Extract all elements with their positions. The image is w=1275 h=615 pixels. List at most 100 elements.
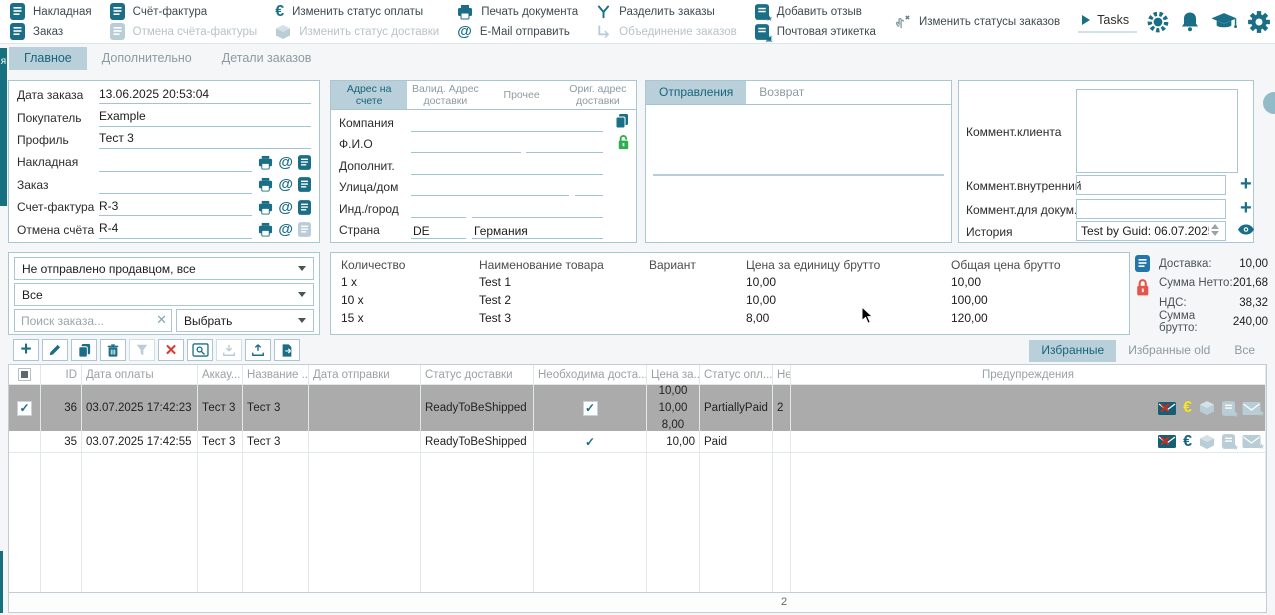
clipped-edge-button[interactable] — [1263, 92, 1275, 114]
select-all-checkbox[interactable] — [18, 368, 31, 381]
item-row[interactable]: 10 x Test 2 10,00 100,00 — [331, 291, 1129, 309]
col-delivery-status[interactable]: Статус доставки — [421, 365, 534, 384]
col-ship-date[interactable]: Дата отправки — [309, 365, 421, 384]
order-search-input[interactable] — [14, 309, 172, 332]
col-payment-status[interactable]: Статус опл... — [700, 365, 773, 384]
col-name[interactable]: Название ... — [243, 365, 309, 384]
client-comment-textarea[interactable] — [1076, 89, 1238, 173]
tab-favorites-old[interactable]: Избранные old — [1116, 340, 1222, 362]
zip-input[interactable] — [411, 202, 466, 218]
print-icon[interactable] — [258, 155, 273, 170]
copy-order-button[interactable] — [71, 339, 97, 361]
export-doc-button[interactable] — [274, 339, 300, 361]
select-dropdown[interactable]: Выбрать — [176, 309, 314, 332]
tasks-button[interactable]: Tasks — [1078, 10, 1137, 33]
pdf-doc-icon[interactable] — [298, 200, 311, 215]
tab-additional[interactable]: Дополнительно — [87, 47, 207, 70]
additional-input[interactable] — [411, 159, 603, 175]
export-button[interactable] — [245, 339, 271, 361]
toolbar-send-email[interactable]: @ E-Mail отправить — [457, 24, 578, 39]
settings-gear-icon[interactable] — [1247, 10, 1271, 34]
toolbar-invoice[interactable]: Счёт-фактура — [110, 3, 258, 20]
internal-comment-input[interactable] — [1076, 175, 1226, 195]
training-cap-icon[interactable] — [1210, 11, 1238, 32]
filter-button[interactable] — [129, 339, 155, 361]
unlocked-icon[interactable] — [616, 134, 630, 156]
order-row[interactable]: 35 03.07.2025 17:42:55 Тест 3 Тест 3 Rea… — [9, 431, 1266, 453]
tab-all[interactable]: Все — [1222, 340, 1267, 362]
toolbar-add-review[interactable]: ★ Добавить отзыв — [755, 4, 876, 20]
col-account[interactable]: Аккау... — [198, 365, 243, 384]
col-needs-delivery[interactable]: Необходима доста... — [534, 365, 647, 384]
house-input[interactable] — [575, 180, 603, 196]
col-id[interactable]: ID — [41, 365, 82, 384]
tab-original-shipping-address[interactable]: Ориг. адрес доставки — [560, 81, 636, 109]
email-icon[interactable]: @ — [278, 177, 293, 192]
badge-seal-icon[interactable] — [1146, 10, 1170, 34]
tab-favorites[interactable]: Избранные — [1029, 340, 1116, 362]
toolbar-cancel-invoice[interactable]: Отмена счёта-фактуры — [110, 23, 258, 40]
buyer-value[interactable]: Example — [99, 106, 311, 126]
street-input[interactable] — [411, 180, 569, 196]
print-icon[interactable] — [258, 200, 273, 215]
toolbar-change-payment-status[interactable]: € Изменить статус оплаты — [275, 4, 439, 20]
review-mail-icon[interactable]: ★ — [1242, 435, 1261, 448]
no-email-icon[interactable]: ✕ — [1158, 435, 1176, 448]
needs-delivery-checkbox[interactable]: ✓ — [583, 434, 598, 449]
city-input[interactable] — [472, 202, 603, 218]
delivery-note-value[interactable] — [99, 151, 252, 171]
company-input[interactable] — [411, 116, 603, 132]
no-email-icon[interactable]: ✕ — [1158, 402, 1176, 415]
browse-search-button[interactable] — [187, 339, 213, 361]
tab-returns[interactable]: Возврат — [746, 81, 817, 104]
add-internal-comment-button[interactable]: + — [1240, 176, 1252, 192]
left-scroll-strip[interactable] — [0, 551, 3, 613]
invoice-cancel-value[interactable]: R-4 — [99, 218, 252, 238]
review-doc-icon[interactable]: ★ — [1222, 401, 1235, 416]
clear-button[interactable]: ✕ — [158, 339, 184, 361]
clear-search-icon[interactable]: ✕ — [156, 312, 167, 328]
view-history-eye-icon[interactable] — [1237, 223, 1255, 236]
order-value[interactable] — [99, 174, 252, 194]
toolbar-split-orders[interactable]: Разделить заказы — [596, 4, 737, 20]
country-code-input[interactable]: DE — [411, 223, 466, 239]
print-icon[interactable] — [258, 222, 273, 237]
firstname-input[interactable] — [411, 137, 521, 153]
lastname-input[interactable] — [526, 137, 603, 153]
tab-valid-shipping-address[interactable]: Валид. Адрес доставки — [407, 81, 483, 109]
tab-order-details[interactable]: Детали заказов — [207, 47, 327, 70]
delete-order-button[interactable] — [100, 339, 126, 361]
pdf-doc-icon[interactable] — [298, 177, 311, 192]
toolbar-change-order-statuses[interactable]: Изменить статусы заказов — [894, 14, 1060, 30]
col-paid-date[interactable]: Дата оплаты — [82, 365, 198, 384]
tab-shipments[interactable]: Отправления — [646, 81, 746, 104]
invoice-value[interactable]: R-3 — [99, 196, 252, 216]
history-input[interactable] — [1076, 221, 1226, 241]
row-checkbox[interactable] — [17, 434, 32, 449]
email-icon[interactable]: @ — [278, 200, 293, 215]
toolbar-postal-label[interactable]: ▣ Почтовая этикетка — [755, 24, 876, 40]
add-doc-comment-button[interactable]: + — [1240, 200, 1252, 216]
toolbar-delivery-note[interactable]: Накладная — [10, 3, 92, 20]
toolbar-print-document[interactable]: Печать документа — [457, 4, 578, 20]
row-checkbox-checked[interactable]: ✓ — [17, 401, 32, 416]
notifications-bell-icon[interactable] — [1179, 10, 1201, 33]
tab-billing-address[interactable]: Адрес на счете — [331, 81, 407, 109]
shipping-status-filter-dropdown[interactable]: Не отправлено продавцом, все — [14, 257, 314, 280]
country-name-input[interactable]: Германия — [472, 223, 603, 239]
col-unpaid[interactable]: Нео — [773, 365, 791, 384]
print-icon[interactable] — [258, 177, 273, 192]
item-row[interactable]: 1 x Test 1 10,00 10,00 — [331, 273, 1129, 291]
order-row-selected[interactable]: ✓ 36 03.07.2025 17:42:23 Тест 3 Тест 3 R… — [9, 385, 1266, 431]
import-button[interactable] — [216, 339, 242, 361]
email-icon[interactable]: @ — [278, 222, 293, 237]
toolbar-merge-orders[interactable]: Объединение заказов — [596, 24, 737, 40]
tab-other[interactable]: Прочее — [484, 81, 560, 109]
pdf-doc-icon[interactable] — [298, 155, 311, 170]
payment-warning-euro-icon[interactable]: € — [1183, 400, 1192, 416]
doc-comment-input[interactable] — [1076, 199, 1226, 219]
shipping-cube-icon[interactable] — [1199, 400, 1215, 416]
toolbar-order[interactable]: Заказ — [10, 23, 92, 40]
review-doc-icon[interactable]: ★ — [1222, 434, 1235, 449]
email-icon[interactable]: @ — [278, 155, 293, 170]
